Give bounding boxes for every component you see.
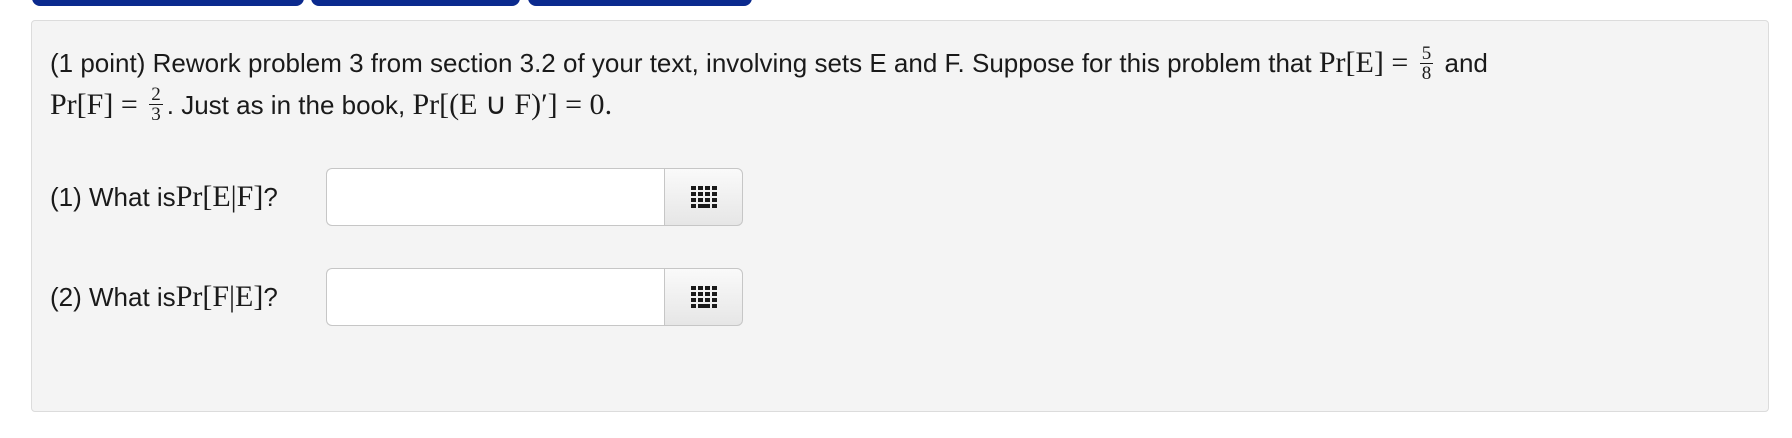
fraction-numerator: 2	[149, 84, 163, 106]
question-suffix: ?	[263, 282, 278, 312]
problem-end: .	[604, 87, 613, 121]
question-2-label: (2) What is Pr[F|E]?	[50, 267, 278, 327]
math-pr-f: Pr[F]	[50, 87, 114, 121]
keypad-button-2[interactable]	[664, 268, 743, 326]
top-nav-tab-3[interactable]	[528, 0, 752, 6]
math-equals-2: =	[113, 87, 146, 121]
keypad-icon	[690, 186, 717, 208]
math-equals-1: =	[1383, 46, 1416, 79]
math-complement: Pr[(E ∪ F)′] = 0	[412, 87, 605, 121]
question-expr: Pr[F|E]	[175, 280, 264, 313]
fraction-numerator: 5	[1419, 42, 1434, 64]
question-prefix: (1) What is	[50, 182, 176, 212]
top-nav-tab-2[interactable]	[311, 0, 520, 6]
fraction-denominator: 3	[151, 104, 161, 126]
fraction-denominator: 8	[1421, 62, 1432, 84]
math-pr-e: Pr[E]	[1318, 46, 1384, 79]
keypad-icon	[690, 286, 717, 308]
question-expr: Pr[E|F]	[175, 180, 264, 213]
text-and: and	[1444, 48, 1488, 78]
question-suffix: ?	[263, 182, 278, 212]
fraction-pr-e: 58	[1419, 42, 1434, 84]
answer-input-1[interactable]	[326, 168, 664, 226]
problem-mid-text: . Just as in the book,	[166, 89, 413, 120]
problem-statement: (1 point) Rework problem 3 from section …	[50, 43, 1750, 126]
fraction-pr-f: 23	[149, 85, 163, 124]
problem-intro: (1 point) Rework problem 3 from section …	[50, 48, 1319, 78]
answer-input-2[interactable]	[326, 268, 664, 326]
answer-group-2	[326, 268, 746, 326]
answer-group-1	[326, 168, 746, 226]
question-1-label: (1) What is Pr[E|F]?	[50, 167, 278, 227]
problem-panel: (1 point) Rework problem 3 from section …	[31, 20, 1769, 412]
question-prefix: (2) What is	[50, 282, 176, 312]
keypad-button-1[interactable]	[664, 168, 743, 226]
top-nav-tab-1[interactable]	[32, 0, 304, 6]
